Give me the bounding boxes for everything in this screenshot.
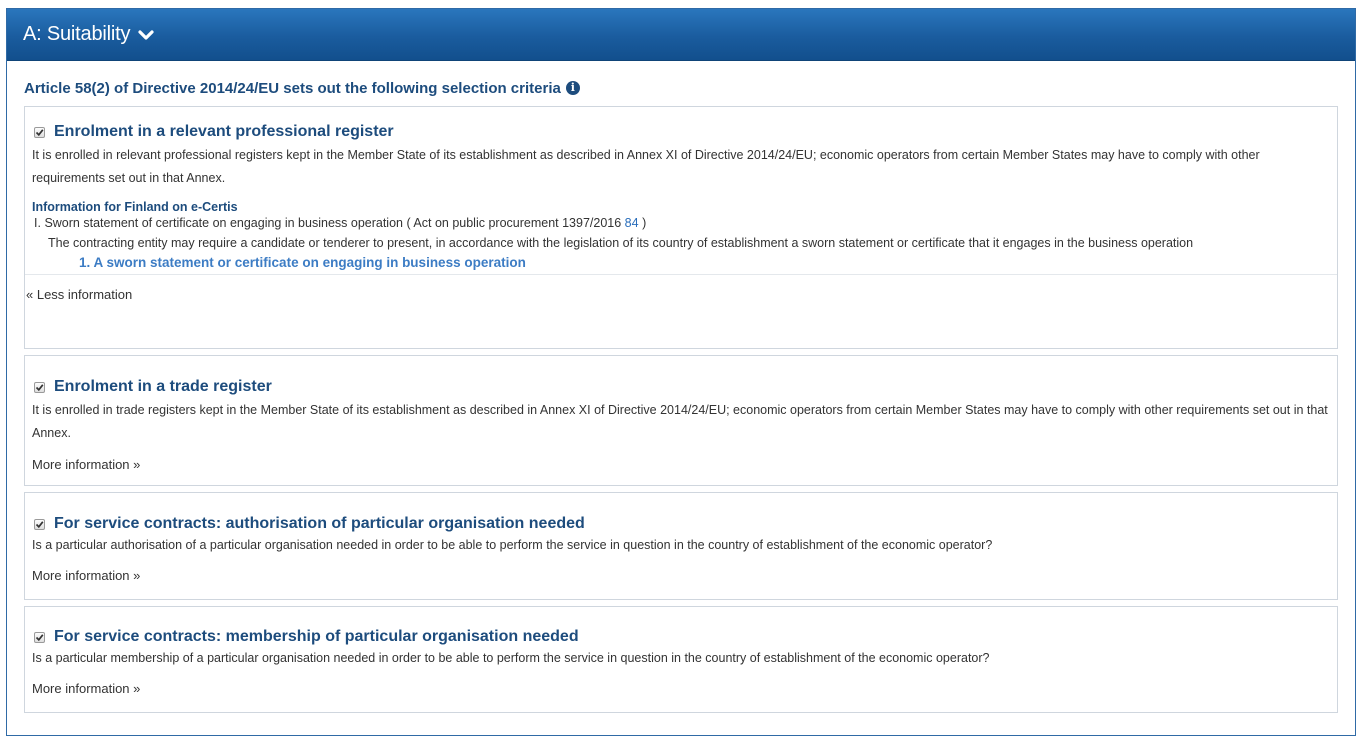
- ecertis-title: Information for Finland on e-Certis: [32, 200, 238, 214]
- intro-text: Article 58(2) of Directive 2014/24/EU se…: [24, 79, 561, 97]
- chevron-down-icon[interactable]: [138, 27, 154, 43]
- criterion-description: It is enrolled in trade registers kept i…: [32, 403, 1328, 440]
- checkbox-checked-icon[interactable]: [34, 126, 45, 138]
- criterion-title: For service contracts: authorisation of …: [54, 515, 585, 532]
- ecertis-item-text: Sworn statement of certificate on engagi…: [44, 216, 622, 230]
- ecertis-sub-item-text[interactable]: A sworn statement or certificate on enga…: [94, 255, 526, 270]
- criterion-card-service-membership: For service contracts: membership of par…: [24, 606, 1338, 713]
- criterion-card-service-authorisation: For service contracts: authorisation of …: [24, 492, 1338, 600]
- criterion-header: For service contracts: membership of par…: [32, 628, 1337, 646]
- criterion-description: Is a particular membership of a particul…: [32, 651, 990, 665]
- ecertis-item-close: ): [642, 216, 647, 230]
- more-information-link[interactable]: More information »: [32, 457, 140, 472]
- ecertis-section: Information for Finland on e-Certis I. S…: [32, 200, 1337, 272]
- criterion-title: Enrolment in a trade register: [54, 378, 272, 395]
- criterion-title: Enrolment in a relevant professional reg…: [54, 123, 394, 140]
- ecertis-item-ref-link[interactable]: 84: [625, 216, 639, 230]
- suitability-panel: A: Suitability Article 58(2) of Directiv…: [6, 8, 1356, 736]
- criterion-description: Is a particular authorisation of a parti…: [32, 538, 993, 552]
- ecertis-item: I. Sworn statement of certificate on eng…: [32, 214, 1337, 233]
- panel-title[interactable]: A: Suitability: [23, 23, 130, 46]
- checkbox-checked-icon[interactable]: [34, 381, 45, 393]
- criterion-description: It is enrolled in relevant professional …: [32, 148, 1260, 185]
- less-information-link[interactable]: « Less information: [26, 287, 132, 302]
- ecertis-item-prefix: I.: [34, 216, 41, 230]
- checkbox-checked-icon[interactable]: [34, 518, 45, 530]
- ecertis-item-description: The contracting entity may require a can…: [48, 236, 1194, 250]
- ecertis-sub-item-prefix: 1.: [79, 255, 91, 270]
- criterion-title: For service contracts: membership of par…: [54, 628, 579, 645]
- more-information-link[interactable]: More information »: [32, 568, 140, 583]
- more-information-link[interactable]: More information »: [32, 681, 140, 696]
- panel-header[interactable]: A: Suitability: [7, 9, 1355, 61]
- panel-body: Article 58(2) of Directive 2014/24/EU se…: [7, 61, 1355, 713]
- criterion-card-trade-register: Enrolment in a trade register It is enro…: [24, 355, 1338, 486]
- criterion-card-professional-register: Enrolment in a relevant professional reg…: [24, 106, 1338, 349]
- less-information-row: « Less information: [25, 274, 1337, 313]
- ecertis-sub-item-link[interactable]: 1. A sworn statement or certificate on e…: [32, 253, 1337, 272]
- criterion-header: For service contracts: authorisation of …: [32, 515, 1337, 533]
- info-icon[interactable]: i: [565, 81, 580, 95]
- checkbox-checked-icon[interactable]: [34, 631, 45, 643]
- criterion-header: Enrolment in a relevant professional reg…: [32, 123, 1337, 141]
- criterion-header: Enrolment in a trade register: [32, 378, 1337, 396]
- section-intro: Article 58(2) of Directive 2014/24/EU se…: [24, 79, 1338, 97]
